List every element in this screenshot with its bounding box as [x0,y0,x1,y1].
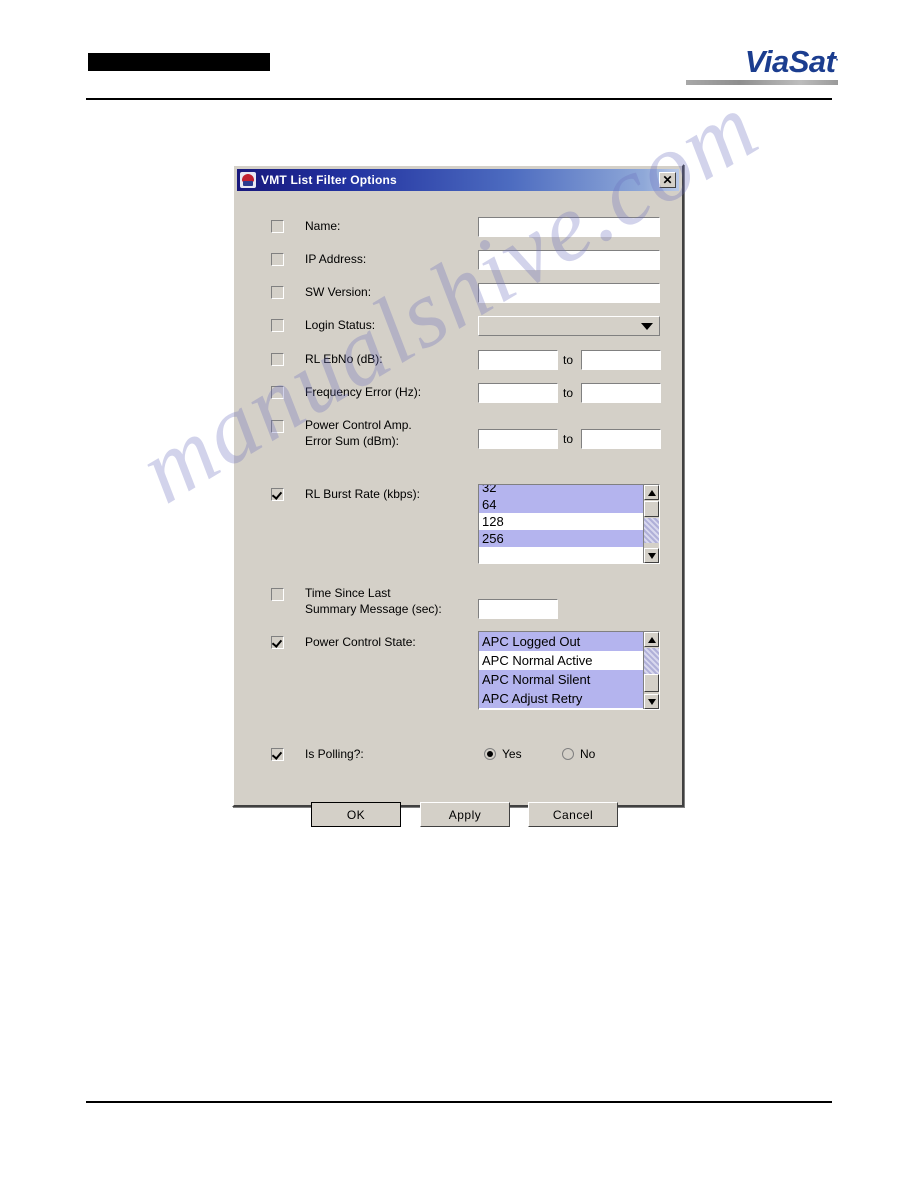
filter-row-is-polling: Is Polling?: Yes No [237,745,679,769]
label-power-control-amp-error-sum-to: to [563,432,574,446]
listbox-power-control-state-items: APC Logged Out APC Normal Active APC Nor… [479,632,643,709]
checkbox-is-polling[interactable] [271,748,284,761]
triangle-up-icon [647,489,656,496]
checkbox-rl-burst-rate[interactable] [271,488,284,501]
filter-row-ip-address: IP Address: [237,250,679,274]
brand-wordmark: ViaSat. [744,44,839,79]
label-rl-burst-rate: RL Burst Rate (kbps): [305,487,420,501]
list-item[interactable]: APC Normal Silent [479,670,643,689]
filter-row-sw-version: SW Version: [237,283,679,307]
radio-is-polling-no[interactable]: No [562,747,595,761]
checkbox-login-status[interactable] [271,319,284,332]
triangle-down-icon [647,698,656,705]
listbox-rl-burst-rate-items: 32 64 128 256 [479,485,643,563]
scrollbar-thumb[interactable] [644,501,659,517]
header-divider [86,98,832,100]
radio-yes-label: Yes [502,747,522,761]
triangle-up-icon [647,636,656,643]
filter-row-time-since-last-summary: Time Since Last Summary Message (sec): [237,585,679,621]
scrollbar-track[interactable] [644,648,659,674]
scrollbar-track[interactable] [644,518,659,543]
listbox-power-control-state[interactable]: APC Logged Out APC Normal Active APC Nor… [478,631,660,710]
brand-trademark: . [835,51,838,64]
list-item[interactable]: 256 [479,530,643,547]
filter-row-login-status: Login Status: [237,316,679,340]
scroll-down-icon[interactable] [644,548,659,563]
scrollbar-thumb[interactable] [644,674,659,692]
label-time-since-last-summary: Time Since Last Summary Message (sec): [305,586,442,616]
radio-no-label: No [580,747,596,761]
label-power-control-state: Power Control State: [305,635,416,649]
filter-row-power-control-amp-error-sum: Power Control Amp. Error Sum (dBm): to [237,417,679,453]
input-rl-ebno-from[interactable] [478,350,558,370]
checkbox-sw-version[interactable] [271,286,284,299]
list-item[interactable]: 64 [479,496,643,513]
list-item[interactable]: 32 [479,485,643,496]
input-sw-version[interactable] [478,283,660,303]
listbox-rl-burst-rate[interactable]: 32 64 128 256 [478,484,660,564]
checkbox-name[interactable] [271,220,284,233]
filter-row-frequency-error: Frequency Error (Hz): to [237,383,679,407]
label-name: Name: [305,219,341,233]
label-is-polling: Is Polling?: [305,747,364,761]
scroll-down-icon[interactable] [644,694,659,709]
label-sw-version: SW Version: [305,285,372,299]
apply-button[interactable]: Apply [420,802,510,827]
viasat-logo: ViaSat. [686,46,838,85]
checkbox-power-control-state[interactable] [271,636,284,649]
input-rl-ebno-to[interactable] [581,350,661,370]
redacted-header-text [88,53,270,71]
scroll-up-icon[interactable] [644,632,659,647]
label-ip-address: IP Address: [305,252,367,266]
list-item[interactable]: APC Adjust Retry [479,689,643,708]
vmt-list-filter-options-dialog: VMT List Filter Options ✕ Name: IP Addre… [232,164,684,827]
scroll-up-icon[interactable] [644,485,659,500]
checkbox-rl-ebno[interactable] [271,353,284,366]
footer-divider [86,1101,832,1103]
app-icon [240,172,256,188]
checkbox-time-since-last-summary[interactable] [271,588,284,601]
dialog-titlebar: VMT List Filter Options ✕ [237,169,679,191]
label-login-status: Login Status: [305,318,376,332]
radio-yes-indicator [484,748,496,760]
scrollbar-rl-burst-rate[interactable] [643,485,659,563]
chevron-down-icon [641,323,653,330]
ok-button[interactable]: OK [311,802,401,827]
input-ip-address[interactable] [478,250,660,270]
input-power-control-amp-error-sum-to[interactable] [581,429,661,449]
dialog-form-body: Name: IP Address: SW Version: Login Stat… [237,193,679,827]
select-login-status[interactable] [478,316,660,336]
input-name[interactable] [478,217,660,237]
input-time-since-last-summary[interactable] [478,599,558,619]
label-frequency-error: Frequency Error (Hz): [305,385,422,399]
dialog-title: VMT List Filter Options [261,173,397,187]
list-item[interactable]: APC Normal Active [479,651,643,670]
input-frequency-error-from[interactable] [478,383,558,403]
filter-row-name: Name: [237,217,679,241]
checkbox-ip-address[interactable] [271,253,284,266]
document-page: ViaSat. VMT List Filter Options ✕ Name: [0,0,918,1188]
input-power-control-amp-error-sum-from[interactable] [478,429,558,449]
input-frequency-error-to[interactable] [581,383,661,403]
list-item[interactable]: APC Logged Out [479,632,643,651]
filter-row-rl-ebno: RL EbNo (dB): to [237,350,679,374]
filter-row-rl-burst-rate: RL Burst Rate (kbps): 32 64 128 256 [237,484,679,567]
label-power-control-amp-error-sum: Power Control Amp. Error Sum (dBm): [305,418,412,448]
brand-underline-bar [686,80,838,85]
triangle-down-icon [647,552,656,559]
brand-name: ViaSat [744,44,836,79]
checkbox-frequency-error[interactable] [271,386,284,399]
list-item[interactable]: 128 [479,513,643,530]
scrollbar-power-control-state[interactable] [643,632,659,709]
cancel-button[interactable]: Cancel [528,802,618,827]
close-icon[interactable]: ✕ [659,172,676,188]
dialog-inner-frame: VMT List Filter Options ✕ Name: IP Addre… [234,166,682,827]
checkbox-power-control-amp-error-sum[interactable] [271,420,284,433]
filter-row-power-control-state: Power Control State: APC Logged Out APC … [237,631,679,715]
radio-is-polling-yes[interactable]: Yes [484,747,522,761]
label-rl-ebno: RL EbNo (dB): [305,352,383,366]
label-frequency-error-to: to [563,386,574,400]
radio-no-indicator [562,748,574,760]
label-rl-ebno-to: to [563,353,574,367]
